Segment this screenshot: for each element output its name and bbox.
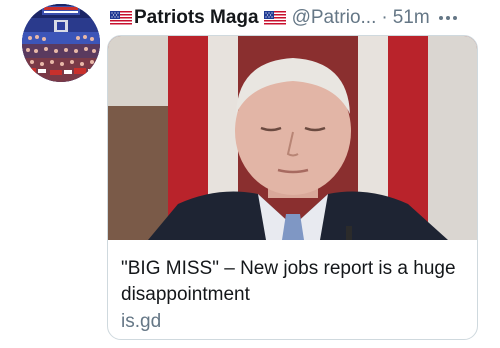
avatar[interactable] [22,4,100,82]
more-options-icon[interactable] [438,16,457,20]
card-title[interactable]: "BIG MISS" – New jobs report is a huge d… [121,256,466,308]
user-handle[interactable]: @Patrio... [292,7,377,29]
us-flag-icon [263,10,286,26]
card-image [108,36,477,240]
tweet-header: Patriots Maga @Patrio... · 51m [110,6,457,30]
display-name[interactable]: Patriots Maga [134,7,259,29]
tweet[interactable]: Patriots Maga @Patrio... · 51m "BIG MISS… [0,0,500,348]
link-preview-card[interactable]: "BIG MISS" – New jobs report is a huge d… [107,35,478,340]
us-flag-icon [110,10,132,26]
card-text: "BIG MISS" – New jobs report is a huge d… [121,256,466,335]
timestamp[interactable]: 51m [393,7,430,29]
separator-dot: · [381,7,388,28]
card-domain[interactable]: is.gd [121,309,466,335]
